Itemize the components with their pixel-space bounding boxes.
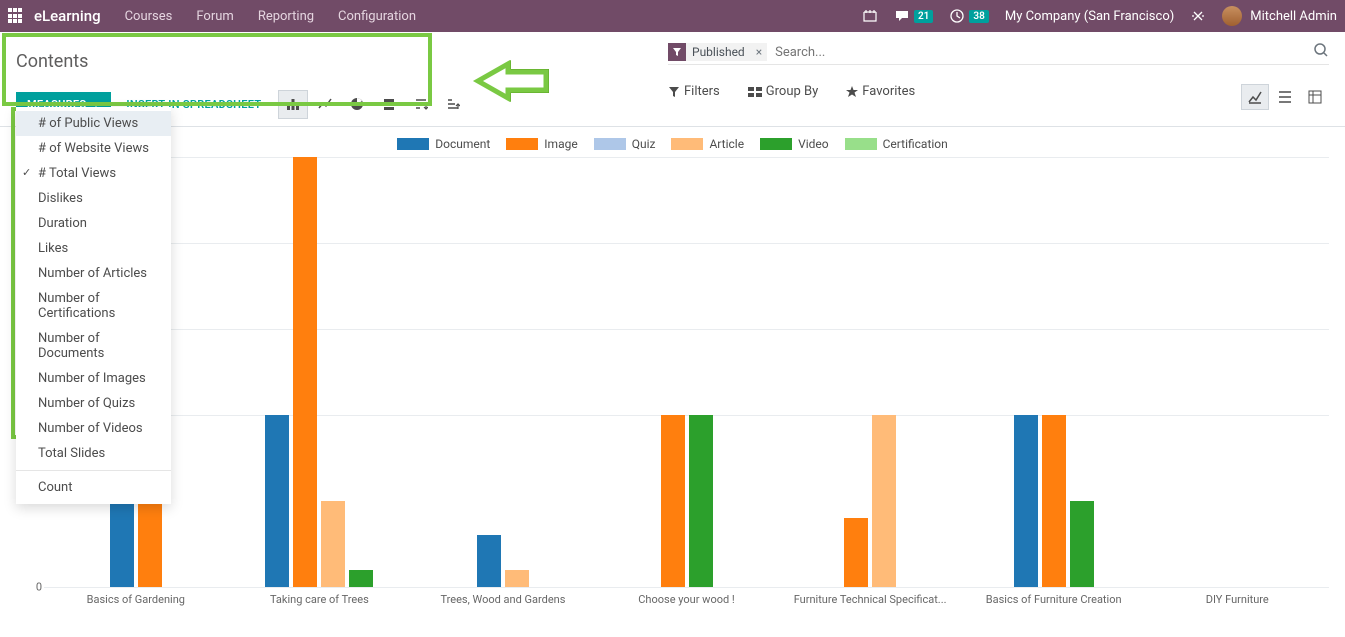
bar[interactable] <box>689 415 713 587</box>
legend-swatch <box>594 138 626 150</box>
search-facet-published[interactable]: Published × <box>668 43 767 61</box>
x-label: Basics of Gardening <box>44 587 228 617</box>
pie-chart-button[interactable] <box>342 90 372 119</box>
measure-option[interactable]: # of Website Views <box>16 136 171 161</box>
x-label: Taking care of Trees <box>228 587 412 617</box>
groupby-button[interactable]: Group By <box>748 84 819 99</box>
measure-option[interactable]: # Total Views <box>16 161 171 186</box>
legend-item[interactable]: Article <box>671 137 744 151</box>
bar-chart-button[interactable] <box>278 90 308 119</box>
bar[interactable] <box>661 415 685 587</box>
activity-badge: 38 <box>969 10 988 23</box>
nav-reporting[interactable]: Reporting <box>258 9 314 24</box>
chart-area: Document Image Quiz Article Video Certificati… <box>0 127 1345 637</box>
legend-item[interactable]: Image <box>506 137 577 151</box>
measure-option[interactable]: Number of Certifications <box>16 286 171 326</box>
company-switcher[interactable]: My Company (San Francisco) <box>1005 9 1174 24</box>
bar[interactable] <box>1014 415 1038 587</box>
page-title: Contents <box>16 51 88 72</box>
y-tick: 0 <box>36 581 42 594</box>
x-label: Trees, Wood and Gardens <box>411 587 595 617</box>
bar[interactable] <box>1070 501 1094 587</box>
nav-configuration[interactable]: Configuration <box>338 9 416 24</box>
nav-courses[interactable]: Courses <box>125 9 173 24</box>
bar[interactable] <box>505 570 529 587</box>
bar[interactable] <box>477 535 501 587</box>
top-nav: eLearning Courses Forum Reporting Config… <box>0 0 1345 32</box>
bar[interactable] <box>293 157 317 587</box>
view-list-button[interactable] <box>1271 84 1299 110</box>
facet-remove[interactable]: × <box>751 45 767 59</box>
bar-group <box>1145 157 1329 587</box>
sort-desc-button[interactable] <box>406 90 436 119</box>
measure-option[interactable]: Likes <box>16 236 171 261</box>
chart-plot: 051122 Basics of GardeningTaking care of… <box>24 157 1329 617</box>
measure-option-count[interactable]: Count <box>16 475 171 500</box>
bar[interactable] <box>844 518 868 587</box>
x-label: Choose your wood ! <box>595 587 779 617</box>
sort-asc-button[interactable] <box>438 90 468 119</box>
legend-item[interactable]: Video <box>760 137 829 151</box>
x-label: Basics of Furniture Creation <box>962 587 1146 617</box>
x-label: Furniture Technical Specificat... <box>778 587 962 617</box>
measure-option[interactable]: Total Slides <box>16 441 171 466</box>
measure-option[interactable]: Duration <box>16 211 171 236</box>
line-chart-button[interactable] <box>310 90 340 119</box>
measure-option[interactable]: Number of Videos <box>16 416 171 441</box>
legend-item[interactable]: Document <box>397 137 490 151</box>
bar-group <box>228 157 412 587</box>
chart-legend: Document Image Quiz Article Video Certificati… <box>16 137 1329 151</box>
measure-option[interactable]: Number of Articles <box>16 261 171 286</box>
favorites-button[interactable]: Favorites <box>846 84 915 99</box>
search-input[interactable] <box>771 43 1309 62</box>
activity-icon[interactable]: 38 <box>949 8 988 24</box>
measure-option[interactable]: Number of Documents <box>16 326 171 366</box>
bar[interactable] <box>321 501 345 587</box>
bar-group <box>411 157 595 587</box>
legend-item[interactable]: Quiz <box>594 137 656 151</box>
view-pivot-button[interactable] <box>1301 84 1329 110</box>
measure-option[interactable]: Number of Images <box>16 366 171 391</box>
legend-swatch <box>671 138 703 150</box>
filters-button[interactable]: Filters <box>668 84 720 99</box>
bar[interactable] <box>872 415 896 587</box>
stacked-button[interactable] <box>374 90 404 119</box>
search-icon[interactable] <box>1313 42 1329 62</box>
bar-group <box>962 157 1146 587</box>
x-label: DIY Furniture <box>1145 587 1329 617</box>
control-panel: Contents Published × MEASURES INSERT IN … <box>0 32 1345 127</box>
legend-swatch <box>760 138 792 150</box>
legend-swatch <box>506 138 538 150</box>
bar[interactable] <box>265 415 289 587</box>
user-menu[interactable]: Mitchell Admin <box>1222 6 1337 26</box>
messaging-icon[interactable]: 21 <box>894 8 933 24</box>
debug-icon[interactable] <box>1190 8 1206 24</box>
spreadsheet-icon[interactable] <box>862 8 878 24</box>
measures-dropdown: # of Public Views# of Website Views# Tot… <box>16 107 171 504</box>
measure-option[interactable]: # of Public Views <box>16 111 171 136</box>
view-graph-button[interactable] <box>1241 84 1269 110</box>
legend-item[interactable]: Certification <box>845 137 948 151</box>
measure-option[interactable]: Dislikes <box>16 186 171 211</box>
apps-icon[interactable] <box>8 8 24 24</box>
bar-group <box>778 157 962 587</box>
caret-down-icon <box>92 102 100 107</box>
nav-forum[interactable]: Forum <box>196 9 233 24</box>
legend-swatch <box>397 138 429 150</box>
measure-option[interactable]: Number of Quizs <box>16 391 171 416</box>
chat-badge: 21 <box>914 10 933 23</box>
avatar <box>1222 6 1242 26</box>
legend-swatch <box>845 138 877 150</box>
bar[interactable] <box>349 570 373 587</box>
funnel-icon <box>668 43 686 61</box>
bar[interactable] <box>1042 415 1066 587</box>
brand: eLearning <box>34 7 101 25</box>
bar-group <box>595 157 779 587</box>
